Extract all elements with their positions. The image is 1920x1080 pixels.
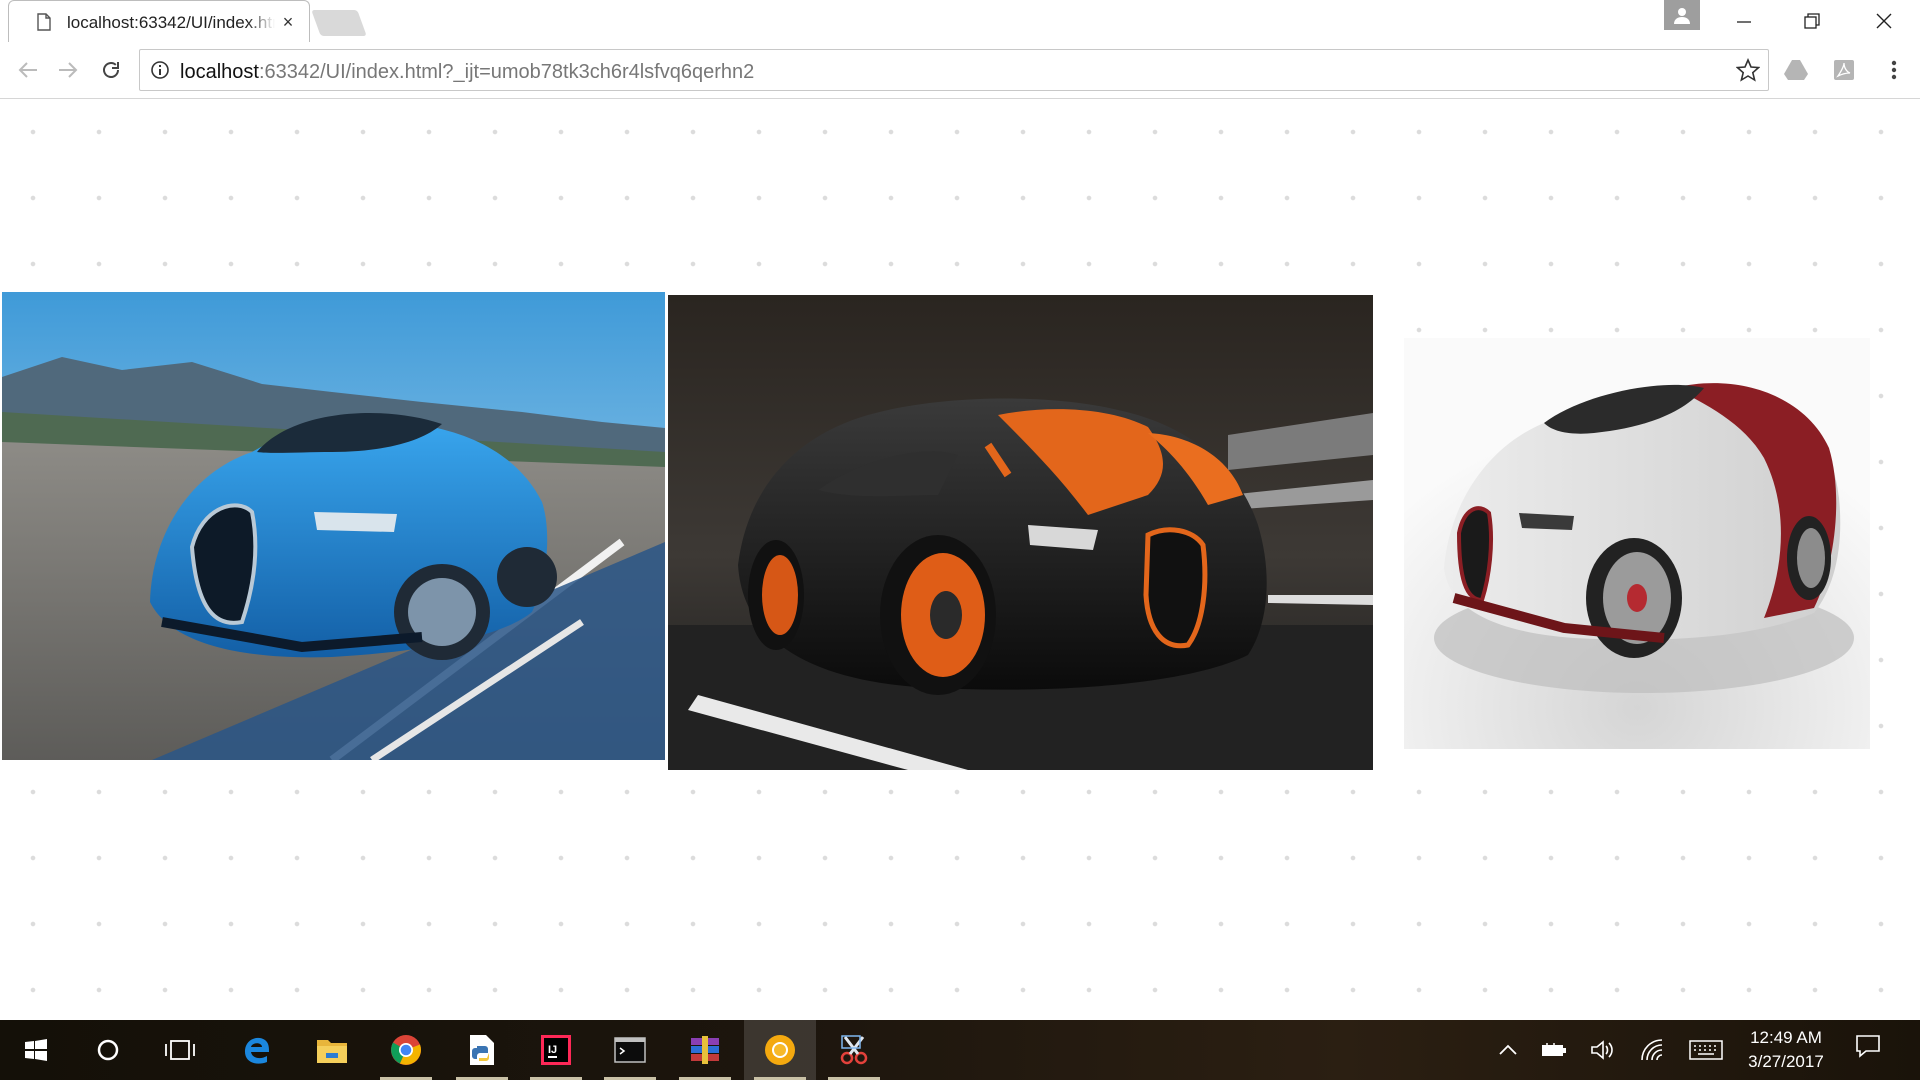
minimize-button[interactable] [1710,0,1778,42]
reload-button[interactable] [95,54,127,86]
network-tray-button[interactable] [1636,1034,1668,1066]
taskbar-python-idle[interactable] [446,1020,518,1080]
person-icon [1674,8,1690,24]
url-text: localhost:63342/UI/index.html?_ijt=umob7… [180,61,754,84]
page-file-icon [37,13,51,36]
action-center-button[interactable] [1854,1032,1882,1065]
tab-title: localhost:63342/UI/index.html [67,13,275,33]
browser-tab-bar: localhost:63342/UI/index.html × [0,0,1920,43]
windows-taskbar: IJ 12:49 AM 3/27/2017 [0,1020,1920,1080]
close-window-button[interactable] [1850,0,1918,42]
intellij-idea-icon: IJ [541,1035,571,1065]
taskbar-chrome[interactable] [370,1020,442,1080]
restore-icon [1804,13,1820,29]
scissors-icon [840,1035,868,1065]
chrome-icon [391,1035,421,1065]
vertical-dots-icon [1891,60,1897,80]
task-view-button[interactable] [144,1020,216,1080]
chrome-menu-button[interactable] [1878,54,1910,86]
taskbar-winrar[interactable] [669,1020,741,1080]
google-drive-extension-button[interactable] [1780,54,1812,86]
taskbar-intellij[interactable]: IJ [520,1020,592,1080]
battery-tray-button[interactable] [1538,1034,1570,1066]
taskbar-file-explorer[interactable] [296,1020,368,1080]
url-host: localhost [180,61,259,83]
clock-date: 3/27/2017 [1748,1052,1824,1071]
close-icon [1876,13,1892,29]
tab-close-icon[interactable]: × [277,11,299,33]
wifi-icon [1641,1039,1663,1061]
cortana-circle-icon [97,1039,119,1061]
profile-avatar-button[interactable] [1664,0,1700,30]
address-bar[interactable]: localhost:63342/UI/index.html?_ijt=umob7… [139,49,1769,91]
car-image-white-red-bugatti-chiron [1404,338,1870,749]
speaker-icon [1591,1040,1613,1060]
taskbar-command-prompt[interactable] [594,1020,666,1080]
terminal-icon [614,1037,646,1063]
edge-icon [244,1037,269,1064]
keyboard-icon [1689,1040,1723,1060]
start-button[interactable] [0,1020,72,1080]
site-info-icon[interactable] [150,60,170,85]
back-button[interactable] [12,54,44,86]
google-drive-icon [1784,60,1808,80]
touch-keyboard-button[interactable] [1686,1034,1726,1066]
notifications-icon [1856,1035,1880,1058]
car-image-blue-bugatti-chiron [2,292,665,760]
pdf-extension-button[interactable] [1828,54,1860,86]
taskbar-snipping-tool[interactable] [818,1020,890,1080]
acrobat-pdf-icon [1834,60,1854,80]
bookmark-star-icon[interactable] [1735,57,1761,87]
forward-button[interactable] [52,54,84,86]
reload-icon [103,62,119,78]
forward-arrow-icon [59,62,78,78]
python-file-icon [470,1035,494,1065]
page-content [0,99,1920,1019]
browser-tab[interactable]: localhost:63342/UI/index.html × [8,0,310,42]
system-clock[interactable]: 12:49 AM 3/27/2017 [1730,1026,1842,1074]
taskbar-edge[interactable] [221,1020,293,1080]
battery-icon [1542,1043,1566,1056]
winrar-books-icon [691,1036,719,1064]
taskbar-chrome-canary[interactable] [744,1020,816,1080]
svg-text:IJ: IJ [548,1044,557,1056]
chevron-up-icon [1499,1044,1517,1055]
minimize-icon [1737,21,1751,23]
folder-icon [317,1040,347,1063]
cortana-button[interactable] [72,1020,144,1080]
volume-tray-button[interactable] [1587,1034,1619,1066]
car-image-black-orange-bugatti-veyron [668,295,1373,770]
new-tab-button[interactable] [311,10,367,36]
show-hidden-icons-button[interactable] [1492,1034,1524,1066]
windows-logo-icon [25,1039,47,1061]
browser-toolbar: localhost:63342/UI/index.html?_ijt=umob7… [0,42,1920,99]
url-path: :63342/UI/index.html?_ijt=umob78tk3ch6r4… [258,61,755,83]
clock-time: 12:49 AM [1750,1028,1822,1047]
chrome-canary-icon [765,1035,795,1065]
back-arrow-icon [18,62,37,78]
restore-button[interactable] [1778,0,1846,42]
task-view-icon [165,1040,195,1060]
